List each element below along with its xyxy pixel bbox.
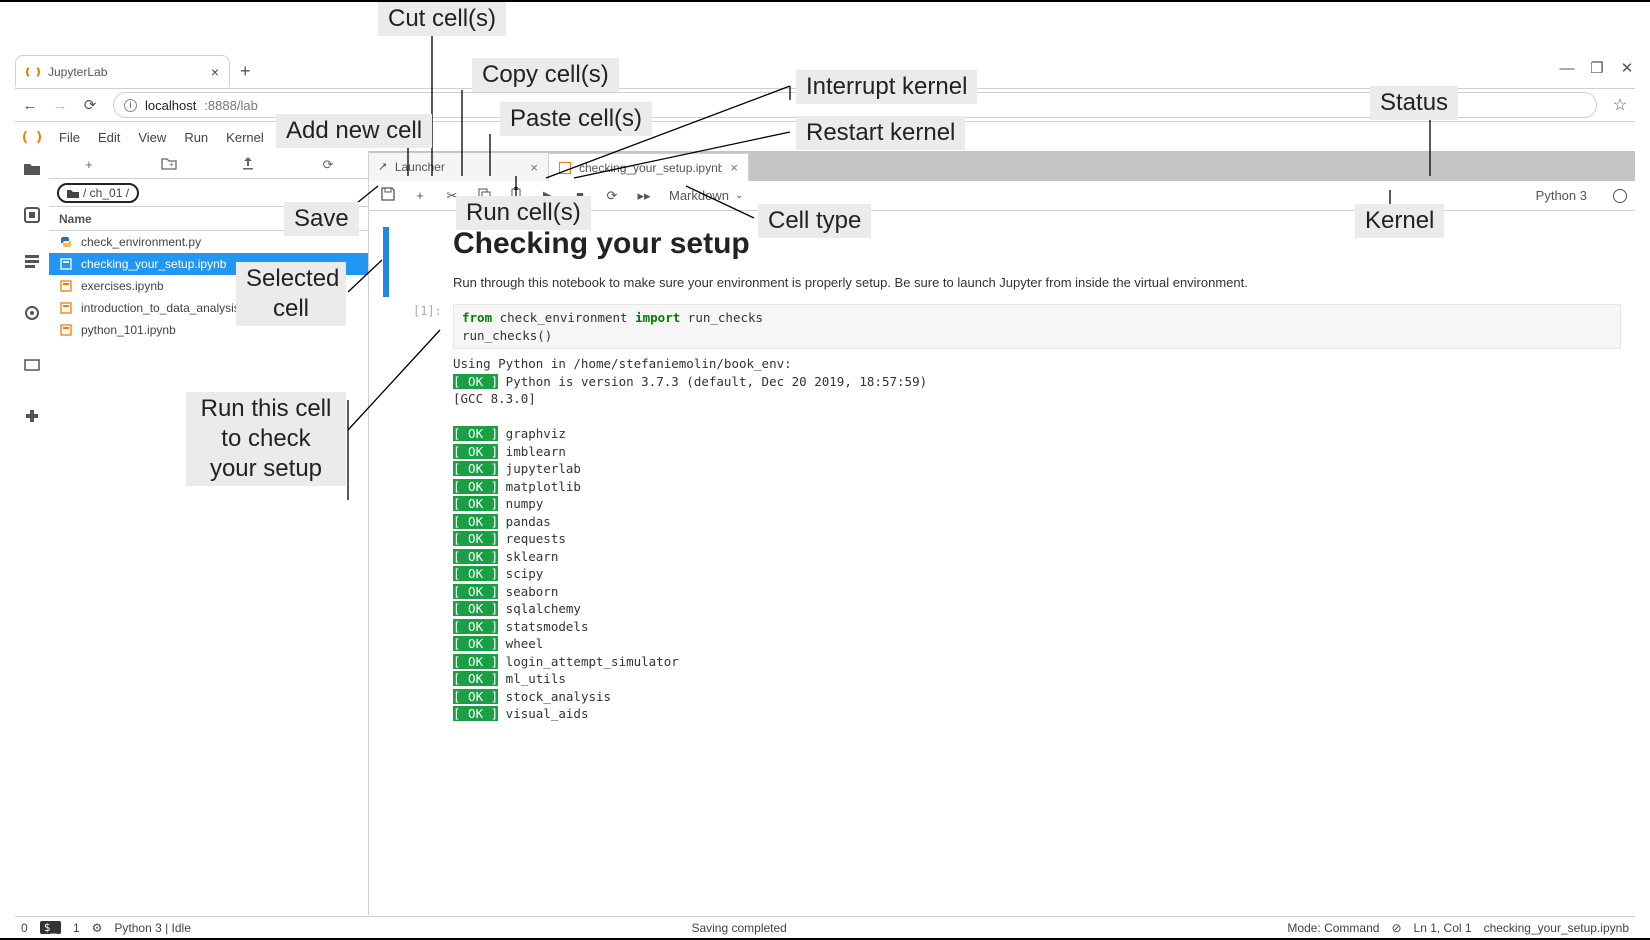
browser-tab-title: JupyterLab (48, 65, 203, 79)
save-icon[interactable] (381, 187, 395, 204)
tab-notebook[interactable]: checking_your_setup.ipynb × (549, 153, 749, 181)
extensions-icon[interactable] (22, 407, 42, 427)
bookmark-icon[interactable]: ☆ (1605, 95, 1635, 115)
svg-text:+: + (169, 160, 174, 169)
url-host: localhost (145, 98, 196, 113)
terminals-count: 1 (73, 921, 80, 935)
new-folder-icon[interactable]: + (157, 156, 181, 173)
menu-kernel[interactable]: Kernel (226, 130, 264, 145)
annotation-restart: Restart kernel (796, 116, 965, 150)
jupyter-logo-icon (26, 65, 40, 79)
close-window-icon[interactable]: ✕ (1619, 59, 1635, 77)
status-file: checking_your_setup.ipynb (1484, 921, 1629, 935)
celltype-select[interactable]: Markdown⌄ (669, 188, 743, 203)
status-cursor: Ln 1, Col 1 (1414, 921, 1472, 935)
annotation-copy: Copy cell(s) (472, 58, 619, 92)
annotation-celltype: Cell type (758, 204, 871, 238)
status-mode: Mode: Command (1287, 921, 1379, 935)
upload-icon[interactable] (236, 156, 260, 173)
menu-file[interactable]: File (59, 130, 80, 145)
notebook-file-icon (59, 257, 73, 271)
maximize-icon[interactable]: ❐ (1589, 59, 1605, 77)
file-name: checking_your_setup.ipynb (81, 257, 226, 271)
file-name: check_environment.py (81, 235, 201, 249)
status-saving: Saving completed (691, 921, 786, 935)
refresh-icon[interactable]: ⟳ (316, 157, 340, 173)
cell-output: Using Python in /home/stefaniemolin/book… (453, 355, 1621, 723)
reload-button[interactable]: ⟳ (75, 96, 105, 114)
running-icon[interactable] (22, 205, 42, 225)
add-cell-icon[interactable]: + (413, 188, 427, 203)
annotation-status: Status (1370, 86, 1458, 120)
annotation-save: Save (284, 202, 359, 236)
launcher-icon: ⭧ (379, 160, 387, 175)
annotation-add-new: Add new cell (276, 114, 432, 148)
commands-icon[interactable] (22, 251, 42, 271)
kernel-status-icon[interactable] (1613, 189, 1627, 203)
notebook-file-icon (59, 301, 73, 315)
code-cell[interactable]: [1]: from check_environment import run_c… (383, 304, 1621, 723)
minimize-icon[interactable]: — (1559, 60, 1575, 77)
status-zero: 0 (21, 921, 28, 935)
folder-icon[interactable] (22, 159, 42, 179)
page-desc: Run through this notebook to make sure y… (453, 275, 1621, 290)
info-icon: i (124, 99, 137, 112)
status-kernel: Python 3 | Idle (114, 921, 191, 935)
file-name: introduction_to_data_analysis.. (81, 301, 246, 315)
annotation-interrupt: Interrupt kernel (796, 70, 977, 104)
lsp-settings-icon[interactable]: ⚙ (92, 921, 103, 935)
close-icon[interactable]: × (530, 160, 538, 175)
terminal-icon[interactable]: $_ (40, 921, 61, 934)
cell-prompt: [1]: (413, 304, 442, 318)
new-tab-button[interactable]: + (240, 61, 251, 82)
cell-selection-bar (383, 227, 389, 297)
restart-icon[interactable]: ⟳ (605, 188, 619, 204)
dock-tabstrip: ⭧ Launcher × checking_your_setup.ipynb × (369, 151, 1635, 181)
left-rail (15, 151, 49, 915)
annotation-paste: Paste cell(s) (500, 102, 652, 136)
notebook-trust-icon[interactable]: ⊘ (1391, 921, 1401, 935)
close-icon[interactable]: × (730, 160, 738, 175)
new-launcher-icon[interactable]: + (77, 157, 101, 172)
back-button[interactable]: ← (15, 97, 45, 114)
tab-launcher-label: Launcher (395, 160, 523, 174)
annotation-selected-cell: Selected cell (236, 262, 346, 326)
menu-view[interactable]: View (138, 130, 166, 145)
notebook-file-icon (59, 279, 73, 293)
annotation-cut: Cut cell(s) (378, 2, 506, 36)
jupyter-logo-icon (23, 128, 41, 146)
python-file-icon (59, 235, 73, 249)
forward-button[interactable]: → (45, 97, 75, 114)
tab-launcher[interactable]: ⭧ Launcher × (369, 153, 549, 181)
file-name: exercises.ipynb (81, 279, 164, 293)
annotation-run-hint: Run this cell to check your setup (186, 392, 346, 486)
page-title: Checking your setup (453, 227, 1621, 261)
chevron-down-icon: ⌄ (735, 190, 743, 201)
status-bar: 0 $_ 1 ⚙ Python 3 | Idle Saving complete… (15, 916, 1635, 938)
window-controls: — ❐ ✕ (1559, 59, 1635, 77)
browser-tab[interactable]: JupyterLab × (15, 55, 230, 87)
code-input[interactable]: from check_environment import run_checks… (453, 304, 1621, 349)
annotation-run: Run cell(s) (456, 196, 591, 230)
notebook-icon (559, 162, 571, 174)
settings-icon[interactable] (22, 303, 42, 323)
menu-edit[interactable]: Edit (98, 130, 120, 145)
notebook-file-icon (59, 323, 73, 337)
kernel-name[interactable]: Python 3 (1536, 188, 1587, 203)
notebook-body: Checking your setup Run through this not… (369, 211, 1635, 915)
close-icon[interactable]: × (211, 64, 219, 80)
annotation-kernel: Kernel (1355, 204, 1444, 238)
file-name: python_101.ipynb (81, 323, 176, 337)
menu-run[interactable]: Run (184, 130, 208, 145)
restart-run-all-icon[interactable]: ▸▸ (637, 188, 651, 204)
tabs-icon[interactable] (22, 355, 42, 375)
tab-notebook-label: checking_your_setup.ipynb (579, 161, 722, 175)
url-path: :8888/lab (204, 98, 258, 113)
